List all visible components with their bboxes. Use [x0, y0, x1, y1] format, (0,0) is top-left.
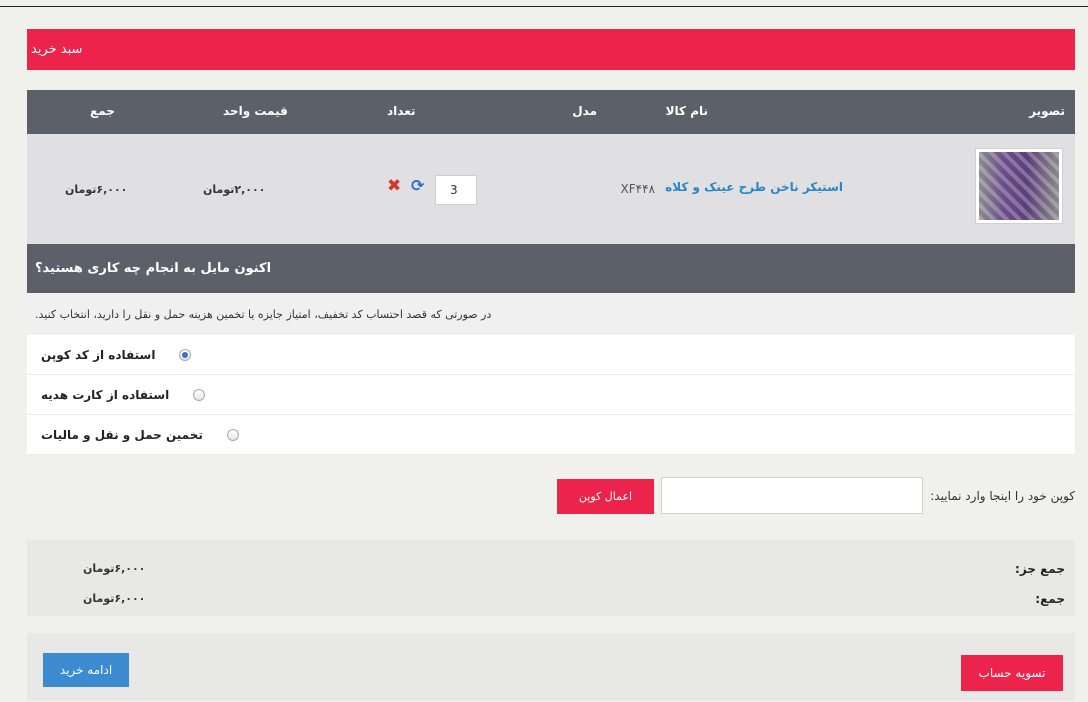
total-label: جمع:: [1035, 592, 1065, 606]
option-shipping-estimate[interactable]: تخمین حمل و نقل و مالیات: [27, 415, 1075, 455]
quantity-input[interactable]: [435, 175, 477, 205]
continue-shopping-button[interactable]: ادامه خرید: [43, 653, 129, 687]
row-total: ۶,۰۰۰تومان: [65, 183, 128, 196]
coupon-label: کوپن خود را اینجا وارد نمایید:: [930, 489, 1075, 503]
cart-table-header: تصویر نام کالا مدل تعداد قیمت واحد جمع: [27, 90, 1075, 134]
totals-box: جمع جز: ۶,۰۰۰تومان جمع: ۶,۰۰۰تومان: [27, 540, 1075, 616]
option-coupon[interactable]: استفاده از کد کوپن: [27, 335, 1075, 375]
coupon-input[interactable]: [661, 477, 923, 514]
option-label[interactable]: استفاده از کارت هدیه: [41, 388, 169, 402]
subtotal-value: ۶,۰۰۰تومان: [83, 562, 146, 575]
column-unit-price: قیمت واحد: [223, 104, 288, 118]
product-image: [979, 152, 1059, 220]
subtotal-label: جمع جز:: [1015, 562, 1065, 576]
coupon-radio[interactable]: [179, 348, 192, 361]
product-thumbnail[interactable]: [975, 148, 1063, 224]
whatnext-description-text: در صورتی که قصد احتساب کد تخفیف، امتیاز …: [35, 307, 492, 321]
table-row: استیکر ناخن طرح عینک و کلاه XF۴۴۸ ⟳ ✖ ۲,…: [27, 134, 1075, 244]
unit-price: ۲,۰۰۰تومان: [203, 183, 266, 196]
refresh-icon[interactable]: ⟳: [411, 177, 429, 195]
cart-table: تصویر نام کالا مدل تعداد قیمت واحد جمع ا…: [27, 90, 1075, 244]
total-value: ۶,۰۰۰تومان: [83, 592, 146, 605]
product-name-link[interactable]: استیکر ناخن طرح عینک و کلاه: [665, 180, 843, 194]
top-divider: [0, 6, 1088, 7]
option-label[interactable]: استفاده از کد کوپن: [41, 348, 155, 362]
coupon-section: کوپن خود را اینجا وارد نمایید: اعمال کوپ…: [27, 477, 1075, 517]
checkout-button[interactable]: تسویه حساب: [961, 655, 1063, 691]
column-quantity: تعداد: [387, 104, 416, 118]
cart-page: سبد خرید تصویر نام کالا مدل تعداد قیمت و…: [27, 29, 1075, 701]
cart-title-bar: سبد خرید: [27, 29, 1075, 70]
cart-title: سبد خرید: [31, 42, 83, 57]
whatnext-description: در صورتی که قصد احتساب کد تخفیف، امتیاز …: [27, 293, 1075, 335]
option-gift-card[interactable]: استفاده از کارت هدیه: [27, 375, 1075, 415]
apply-coupon-button[interactable]: اعمال کوپن: [557, 479, 654, 514]
actions-bar: تسویه حساب ادامه خرید: [27, 633, 1075, 701]
column-model: مدل: [572, 104, 597, 118]
column-total: جمع: [90, 104, 115, 118]
shipping-radio[interactable]: [226, 428, 239, 441]
product-model: XF۴۴۸: [620, 182, 655, 196]
remove-icon[interactable]: ✖: [387, 177, 405, 195]
column-name: نام کالا: [665, 104, 708, 118]
whatnext-title: اکنون مایل به انجام چه کاری هستید؟: [35, 261, 272, 276]
option-label[interactable]: تخمین حمل و نقل و مالیات: [41, 428, 203, 442]
gift-card-radio[interactable]: [193, 388, 206, 401]
whatnext-title-bar: اکنون مایل به انجام چه کاری هستید؟: [27, 244, 1075, 293]
column-image: تصویر: [1029, 104, 1065, 118]
